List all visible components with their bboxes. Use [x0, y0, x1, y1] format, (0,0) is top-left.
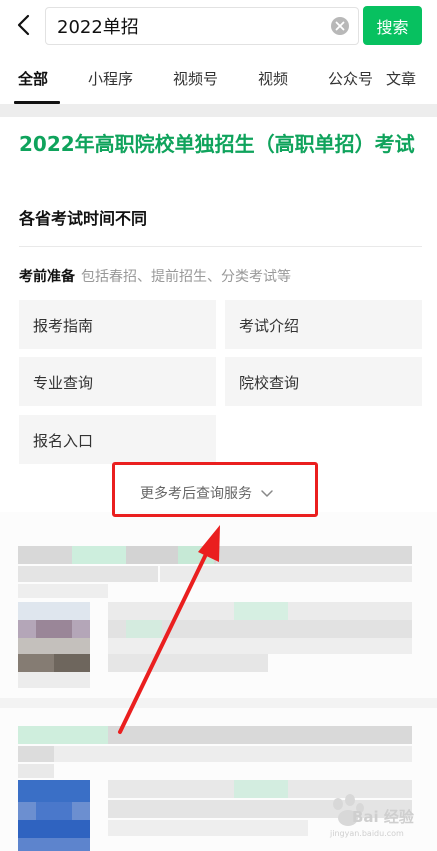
chevron-down-icon — [261, 490, 273, 497]
more-services-link[interactable]: 更多考后查询服务 — [140, 483, 274, 503]
blurred-block — [18, 820, 90, 838]
blurred-block — [18, 838, 90, 851]
blurred-block — [54, 654, 90, 672]
blurred-block — [108, 726, 412, 744]
category-tabs: 全部 小程序 视频号 视频 公众号 文章 — [0, 56, 437, 104]
search-header: 搜索 — [0, 0, 437, 56]
blurred-block — [18, 726, 108, 744]
blurred-block — [160, 566, 412, 582]
blurred-block — [18, 566, 158, 582]
blurred-block — [18, 746, 54, 762]
blurred-block — [36, 620, 72, 638]
blurred-block — [108, 638, 412, 654]
blurred-block — [72, 546, 126, 564]
tab-official-accounts[interactable]: 公众号 — [328, 68, 373, 89]
section-description: 包括春招、提前招生、分类考试等 — [81, 269, 291, 285]
tab-all[interactable]: 全部 — [18, 68, 48, 89]
section-title: 考前准备 — [19, 269, 75, 285]
tab-channels[interactable]: 视频号 — [173, 68, 218, 89]
service-button-major-search[interactable]: 专业查询 — [19, 357, 216, 406]
blurred-block — [108, 654, 268, 672]
blurred-block — [18, 780, 90, 802]
blurred-block — [234, 780, 288, 798]
result-subtitle: 各省考试时间不同 — [19, 209, 148, 228]
service-button-college-search[interactable]: 院校查询 — [225, 357, 422, 406]
blurred-block — [108, 820, 308, 836]
blurred-block — [18, 602, 90, 620]
search-box[interactable] — [45, 7, 359, 45]
tab-video[interactable]: 视频 — [258, 68, 288, 89]
tab-mini-program[interactable]: 小程序 — [88, 68, 133, 89]
blurred-block — [234, 602, 288, 620]
active-tab-indicator — [14, 101, 60, 104]
blurred-block — [18, 638, 90, 654]
section-header: 考前准备 包括春招、提前招生、分类考试等 — [19, 266, 291, 286]
blurred-block — [126, 620, 162, 638]
watermark-text: Bai 经验 — [352, 808, 414, 826]
tab-articles[interactable]: 文章 — [386, 68, 416, 89]
service-button-exam-intro[interactable]: 考试介绍 — [225, 300, 422, 349]
result-title[interactable]: 2022年高职院校单独招生（高职单招）考试 — [19, 129, 423, 160]
service-button-guide[interactable]: 报考指南 — [19, 300, 216, 349]
service-button-registration[interactable]: 报名入口 — [19, 415, 216, 464]
blurred-block — [18, 672, 90, 688]
blurred-block — [18, 584, 108, 598]
blurred-block — [36, 802, 72, 820]
search-button[interactable]: 搜索 — [363, 6, 422, 45]
blurred-block — [0, 698, 437, 708]
watermark-url: jingyan.baidu.com — [330, 829, 404, 838]
more-services-label: 更多考后查询服务 — [140, 486, 252, 502]
back-arrow-icon[interactable] — [12, 10, 38, 40]
clear-icon[interactable] — [330, 16, 350, 36]
blurred-block — [178, 546, 214, 564]
divider — [19, 246, 422, 247]
search-input[interactable] — [57, 8, 317, 44]
blurred-block — [18, 764, 54, 778]
blurred-block — [216, 546, 412, 564]
blurred-block — [54, 746, 412, 762]
result-card: 2022年高职院校单独招生（高职单招）考试 各省考试时间不同 考前准备 包括春招、… — [0, 117, 437, 512]
